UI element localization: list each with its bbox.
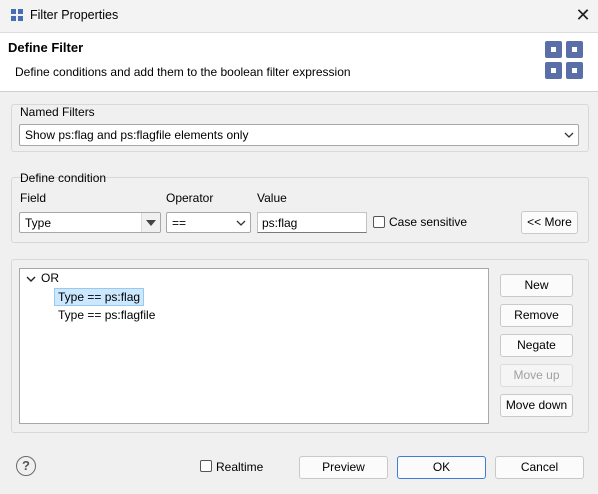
ok-button-label: OK	[432, 460, 451, 474]
window-title: Filter Properties	[30, 8, 119, 22]
preview-button[interactable]: Preview	[299, 456, 388, 479]
case-sensitive-label: Case sensitive	[389, 215, 468, 229]
named-filters-legend: Named Filters	[20, 105, 95, 119]
remove-button-label: Remove	[514, 308, 559, 322]
named-filters-select[interactable]: Show ps:flag and ps:flagfile elements on…	[19, 124, 579, 146]
move-down-button-label: Move down	[505, 398, 568, 412]
negate-button[interactable]: Negate	[500, 334, 573, 357]
define-condition-group	[11, 177, 589, 243]
value-input[interactable]: ps:flag	[257, 212, 367, 233]
define-condition-legend: Define condition	[20, 171, 107, 185]
field-label: Field	[20, 191, 47, 205]
chevron-down-icon	[236, 220, 246, 226]
move-up-button-label: Move up	[513, 368, 560, 382]
tree-item-type-flagfile[interactable]: Type == ps:flagfile	[58, 307, 155, 323]
new-button-label: New	[524, 278, 549, 292]
dialog-header	[0, 32, 598, 92]
chevron-down-icon	[564, 132, 574, 138]
cancel-button-label: Cancel	[520, 460, 559, 474]
filter-properties-icon	[11, 9, 23, 21]
remove-button[interactable]: Remove	[500, 304, 573, 327]
negate-button-label: Negate	[517, 338, 556, 352]
operator-label: Operator	[166, 191, 214, 205]
tree-root-or[interactable]: OR	[41, 271, 59, 285]
value-label: Value	[257, 191, 287, 205]
realtime-label: Realtime	[216, 460, 264, 474]
ok-button[interactable]: OK	[397, 456, 486, 479]
expression-tree[interactable]: OR Type == ps:flag Type == ps:flagfile	[19, 268, 489, 424]
cancel-button[interactable]: Cancel	[495, 456, 584, 479]
value-input-text: ps:flag	[262, 216, 298, 230]
named-filters-value: Show ps:flag and ps:flagfile elements on…	[25, 128, 249, 142]
case-sensitive-checkbox[interactable]	[373, 216, 385, 228]
header-title: Define Filter	[8, 40, 84, 55]
move-up-button[interactable]: Move up	[500, 364, 573, 387]
header-description: Define conditions and add them to the bo…	[15, 65, 351, 79]
operator-value: ==	[172, 216, 187, 230]
more-button-label: << More	[527, 215, 572, 229]
grid-logo-icon	[545, 41, 583, 79]
tree-item-type-flag[interactable]: Type == ps:flag	[54, 288, 145, 306]
triangle-down-icon	[146, 220, 156, 226]
more-button[interactable]: << More	[521, 211, 578, 234]
preview-button-label: Preview	[322, 460, 365, 474]
realtime-checkbox[interactable]	[200, 460, 212, 472]
tree-item-label: Type == ps:flagfile	[58, 308, 156, 322]
field-select[interactable]: Type	[19, 212, 161, 233]
close-icon[interactable]: ✕	[573, 4, 593, 26]
new-button[interactable]: New	[500, 274, 573, 297]
help-glyph: ?	[22, 458, 30, 473]
chevron-down-icon[interactable]	[26, 274, 36, 284]
operator-select[interactable]: ==	[166, 212, 251, 233]
move-down-button[interactable]: Move down	[500, 394, 573, 417]
field-value: Type	[25, 216, 52, 230]
help-icon[interactable]: ?	[16, 456, 36, 476]
tree-item-label: Type == ps:flag	[58, 290, 141, 304]
field-dropdown-button[interactable]	[141, 213, 160, 232]
